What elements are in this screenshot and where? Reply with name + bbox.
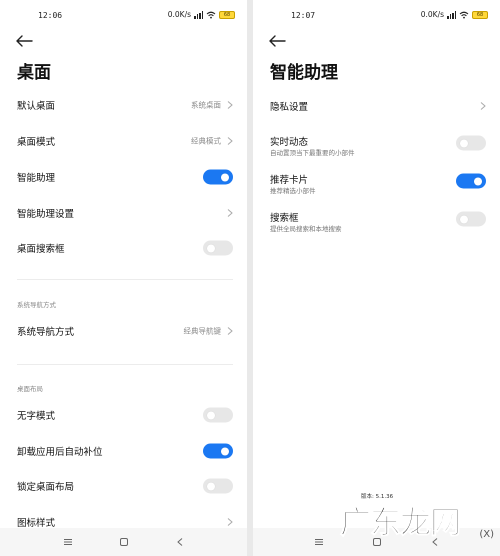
row-label: 默认桌面 [17, 101, 56, 112]
signal-icon [447, 10, 456, 19]
row-label: 智能助理 [17, 173, 56, 184]
toggle-knob [221, 447, 229, 455]
row-desktop-search: 桌面搜索框 [0, 231, 247, 265]
row-subtitle: 自动置顶当下最重要的小部件 [270, 149, 355, 157]
row-label: 锁定桌面布局 [17, 482, 75, 493]
row-label: 卸载应用后自动补位 [17, 447, 103, 458]
toggle-knob [207, 482, 215, 490]
row-value: 系统桌面 [191, 100, 221, 110]
toggle-knob [460, 139, 468, 147]
watermark-suffix: (X) [479, 529, 494, 540]
row-label: 隐私设置 [270, 102, 309, 113]
page-title: 桌面 [17, 63, 51, 83]
left-screen: 12:06 0.0K/s 68 桌面 默认桌面 系统桌面 桌面模式 经典模式 智… [0, 0, 247, 556]
toggle-knob [460, 215, 468, 223]
row-auto-fill: 卸载应用后自动补位 [0, 434, 247, 468]
row-subtitle: 推荐精选小部件 [270, 187, 316, 195]
chevron-right-icon [480, 102, 486, 110]
row-search-box: 搜索框 提供全局搜索和本地搜索 [253, 202, 500, 236]
row-smart-assistant-settings[interactable]: 智能助理设置 [0, 196, 247, 230]
status-time: 12:07 [291, 11, 316, 20]
row-label: 无字模式 [17, 411, 56, 422]
network-speed: 0.0K/s [167, 10, 191, 19]
row-label: 实时动态 [270, 137, 309, 148]
row-no-text-mode: 无字模式 [0, 398, 247, 432]
row-label: 智能助理设置 [17, 209, 75, 220]
battery-icon: 68 [219, 10, 235, 19]
status-bar: 12:06 0.0K/s 68 [0, 0, 247, 32]
search-box-toggle[interactable] [456, 211, 486, 227]
watermark-text: 广东龙网 [340, 505, 462, 542]
chevron-right-icon [227, 137, 233, 145]
no-text-mode-toggle[interactable] [203, 407, 233, 423]
arrow-left-icon[interactable] [267, 33, 287, 49]
row-label: 桌面搜索框 [17, 244, 65, 255]
row-system-navigation[interactable]: 系统导航方式 经典导航键 [0, 314, 247, 348]
divider [17, 364, 233, 365]
section-label-layout: 桌面布局 [17, 385, 43, 393]
chevron-right-icon [227, 209, 233, 217]
battery-icon: 68 [472, 10, 488, 19]
chevron-right-icon [227, 518, 233, 526]
row-desktop-mode[interactable]: 桌面模式 经典模式 [0, 124, 247, 158]
row-subtitle: 提供全局搜索和本地搜索 [270, 225, 342, 233]
live-updates-toggle[interactable] [456, 135, 486, 151]
row-default-desktop[interactable]: 默认桌面 系统桌面 [0, 88, 247, 122]
right-screen: 12:07 0.0K/s 68 智能助理 隐私设置 实时动态 自动置顶当下最重要… [253, 0, 500, 556]
auto-fill-toggle[interactable] [203, 443, 233, 459]
recommended-cards-toggle[interactable] [456, 173, 486, 189]
toggle-knob [207, 411, 215, 419]
menu-icon[interactable] [313, 536, 325, 548]
home-square-icon[interactable] [118, 536, 130, 548]
row-label: 搜索框 [270, 213, 299, 224]
desktop-search-toggle[interactable] [203, 240, 233, 256]
row-label: 图标样式 [17, 518, 56, 529]
status-bar: 12:07 0.0K/s 68 [253, 0, 500, 32]
chevron-right-icon [227, 101, 233, 109]
network-speed: 0.0K/s [420, 10, 444, 19]
wifi-icon [206, 11, 216, 18]
row-label: 系统导航方式 [17, 327, 75, 338]
toggle-knob [207, 244, 215, 252]
status-right: 0.0K/s 68 [168, 10, 235, 19]
navigation-bar [0, 528, 247, 556]
smart-assistant-toggle[interactable] [203, 169, 233, 185]
row-live-updates: 实时动态 自动置顶当下最重要的小部件 [253, 126, 500, 160]
arrow-left-icon[interactable] [14, 33, 34, 49]
row-smart-assistant: 智能助理 [0, 160, 247, 194]
status-right: 0.0K/s 68 [421, 10, 488, 19]
toggle-knob [221, 173, 229, 181]
row-privacy-settings[interactable]: 隐私设置 [253, 89, 500, 123]
status-time: 12:06 [38, 11, 63, 20]
lock-layout-toggle[interactable] [203, 478, 233, 494]
row-label: 推荐卡片 [270, 175, 309, 186]
menu-icon[interactable] [62, 536, 74, 548]
page-title: 智能助理 [270, 63, 338, 83]
signal-icon [194, 10, 203, 19]
row-lock-layout: 锁定桌面布局 [0, 469, 247, 503]
watermark: 广东龙网 (X) [340, 500, 496, 552]
section-label-nav: 系统导航方式 [17, 301, 56, 309]
chevron-right-icon [227, 327, 233, 335]
row-value: 经典导航键 [183, 326, 222, 336]
row-value: 经典模式 [191, 136, 221, 146]
back-triangle-icon[interactable] [174, 536, 186, 548]
toggle-knob [474, 177, 482, 185]
row-label: 桌面模式 [17, 137, 56, 148]
divider [17, 279, 233, 280]
wifi-icon [459, 11, 469, 18]
row-recommended-cards: 推荐卡片 推荐精选小部件 [253, 164, 500, 198]
